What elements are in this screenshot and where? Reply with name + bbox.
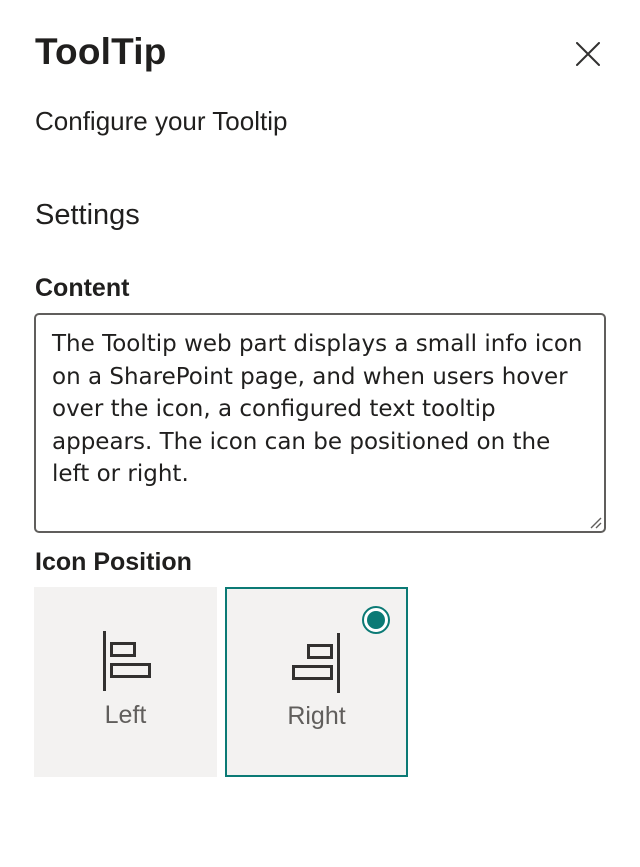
content-label: Content — [35, 274, 130, 302]
align-right-icon — [285, 631, 349, 695]
choice-option-left[interactable]: Left — [34, 587, 217, 777]
radio-selected-indicator[interactable] — [362, 606, 390, 634]
content-textarea[interactable]: The Tooltip web part displays a small in… — [36, 315, 604, 531]
icon-position-label: Icon Position — [35, 548, 192, 576]
choice-label-left: Left — [104, 701, 147, 729]
panel-description: Configure your Tooltip — [35, 106, 288, 136]
choice-label-right: Right — [287, 702, 346, 730]
close-button[interactable] — [566, 34, 610, 74]
property-pane: ToolTip Configure your Tooltip Settings … — [0, 0, 640, 867]
radio-dot — [367, 611, 385, 629]
group-heading-settings: Settings — [35, 199, 140, 231]
content-field-container: The Tooltip web part displays a small in… — [34, 313, 606, 533]
close-icon — [566, 42, 610, 66]
choice-option-right[interactable]: Right — [225, 587, 408, 777]
panel-title: ToolTip — [35, 31, 167, 72]
align-left-icon — [94, 629, 158, 693]
resize-grip-icon[interactable] — [588, 515, 602, 529]
